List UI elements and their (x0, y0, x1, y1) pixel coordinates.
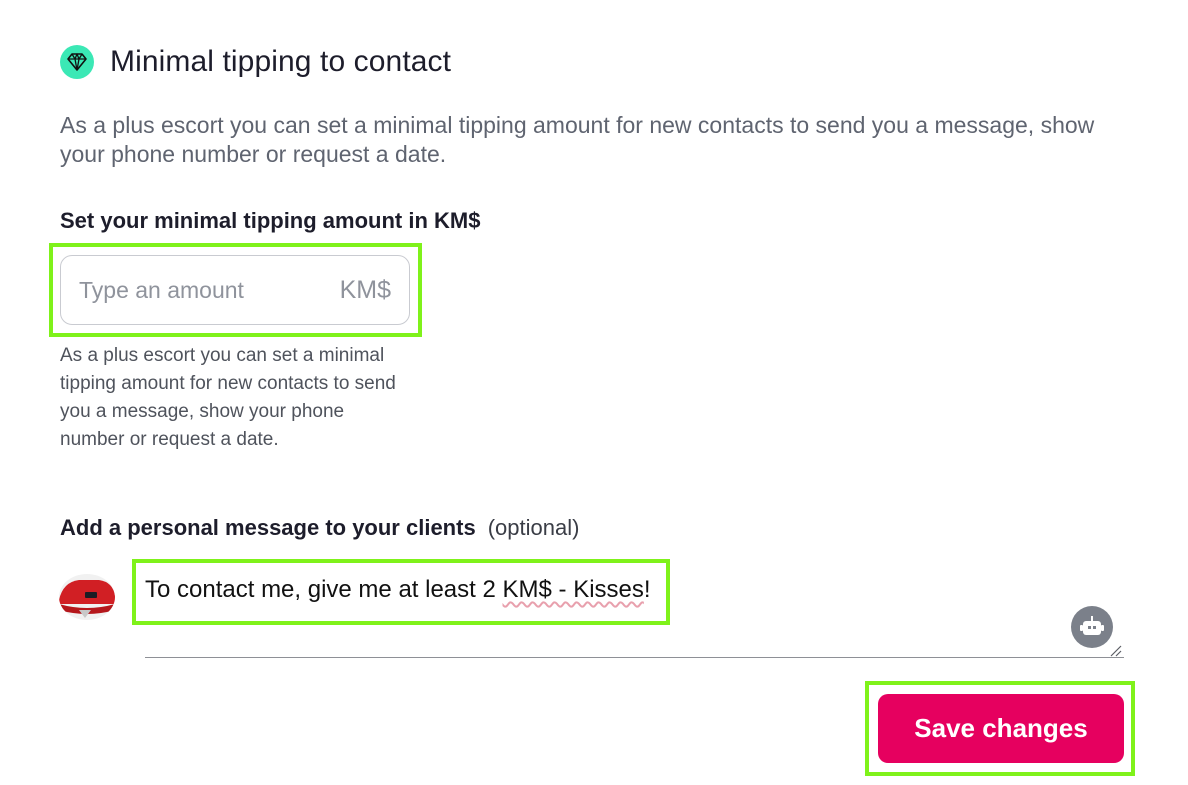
optional-tag: (optional) (487, 515, 580, 540)
diamond-icon (60, 45, 94, 79)
message-field-underline (145, 657, 1124, 658)
avatar (59, 574, 115, 620)
amount-label: Set your minimal tipping amount in KM$ (60, 208, 481, 233)
amount-input[interactable] (79, 276, 340, 304)
intro-text: As a plus escort you can set a minimal t… (60, 112, 1095, 167)
resize-handle[interactable] (1108, 643, 1122, 657)
personal-message-input[interactable]: To contact me, give me at least 2 KM$ - … (145, 576, 651, 604)
message-label: Add a personal message to your clients (o… (60, 515, 579, 541)
robot-icon (1080, 616, 1104, 635)
bot-assist-button[interactable] (1071, 606, 1113, 648)
save-button[interactable]: Save changes (878, 694, 1124, 763)
amount-currency-suffix: KM$ (339, 275, 391, 304)
page-title: Minimal tipping to contact (110, 45, 452, 78)
message-text-flagged: KM$ - Kisses (502, 576, 644, 603)
section-header: Minimal tipping to contact (60, 45, 451, 79)
message-label-text: Add a personal message to your clients (60, 515, 476, 540)
amount-field[interactable]: KM$ (60, 255, 410, 325)
message-text-start: To contact me, give me at least 2 (145, 576, 503, 603)
message-text-end: ! (643, 576, 651, 603)
amount-helper-text: As a plus escort you can set a minimal t… (60, 345, 396, 450)
